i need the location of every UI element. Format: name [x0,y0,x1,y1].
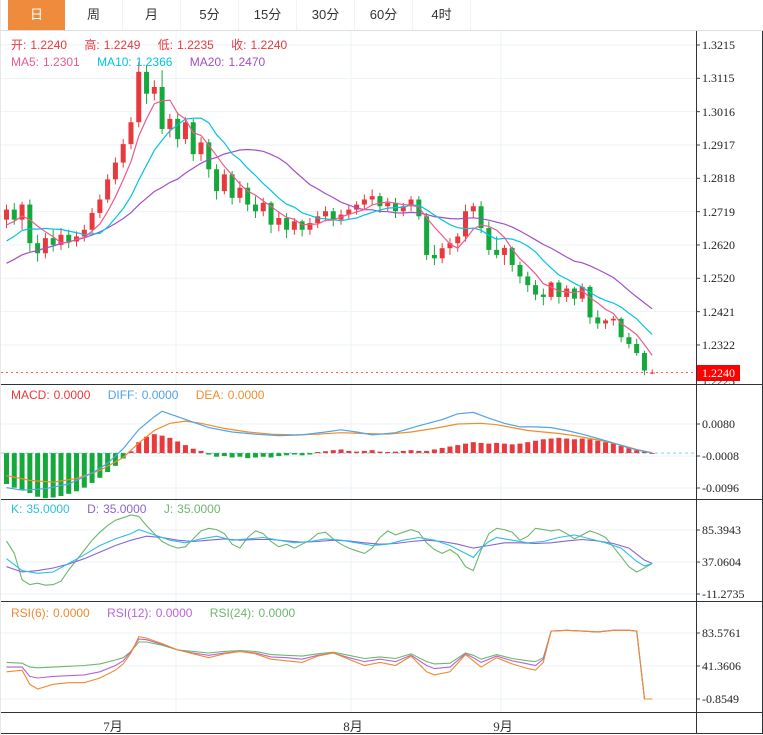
high-label: 高: [84,38,99,52]
ma5-value: 1.2301 [43,55,80,69]
rsi6-value: 0.0000 [53,606,90,620]
ma10-label: MA10: [97,55,132,69]
dea-label: DEA: [196,388,224,402]
macd-label: MACD: [11,388,50,402]
rsi12-label: RSI(12): [107,606,152,620]
ma20-label: MA20: [190,55,225,69]
j-label: J: [164,502,173,516]
rsi24-label: RSI(24): [210,606,255,620]
d-label: D: [87,502,99,516]
open-label: 开: [11,38,26,52]
open-value: 1.2240 [30,38,67,52]
k-label: K: [11,502,22,516]
ma10-value: 1.2366 [136,55,173,69]
close-label: 收: [231,38,246,52]
macd-legend: MACD: 0.0000 DIFF: 0.0000 DEA: 0.0000 [11,388,268,402]
panel-separator [1,499,763,500]
low-label: 低: [158,38,173,52]
bottom-frame-line [1,733,763,734]
low-value: 1.2235 [177,38,214,52]
close-value: 1.2240 [251,38,288,52]
panel-separator [1,384,763,385]
dea-value: 0.0000 [228,388,265,402]
k-value: 35.0000 [26,502,69,516]
kdj-legend: K: 35.0000 D: 35.0000 J: 35.0000 [11,502,225,516]
ma-legend: MA5: 1.2301 MA10: 1.2366 MA20:1.2470 [11,55,269,69]
current-price-badge: 1.2240 [697,365,740,381]
rsi6-label: RSI(6): [11,606,49,620]
trading-chart-app: 日 周 月 5分 15分 30分 60分 4时 开:1.2240 高:1.224… [0,0,763,735]
rsi-legend: RSI(6):0.0000 RSI(12):0.0000 RSI(24):0.0… [11,606,299,620]
rsi12-value: 0.0000 [156,606,193,620]
panel-separator [1,601,763,602]
diff-value: 0.0000 [142,388,179,402]
ohlc-legend: 开: 1.2240 高: 1.2249 低: 1.2235 收: 1.2240 [11,36,291,53]
d-value: 35.0000 [103,502,146,516]
ma20-value: 1.2470 [228,55,265,69]
panel-separator [1,712,763,713]
rsi24-value: 0.0000 [258,606,295,620]
macd-value: 0.0000 [54,388,91,402]
chart-canvas[interactable] [1,0,763,735]
axis-frame-line [696,31,697,733]
diff-label: DIFF: [108,388,138,402]
high-value: 1.2249 [104,38,141,52]
j-value: 35.0000 [177,502,220,516]
ma5-label: MA5: [11,55,39,69]
